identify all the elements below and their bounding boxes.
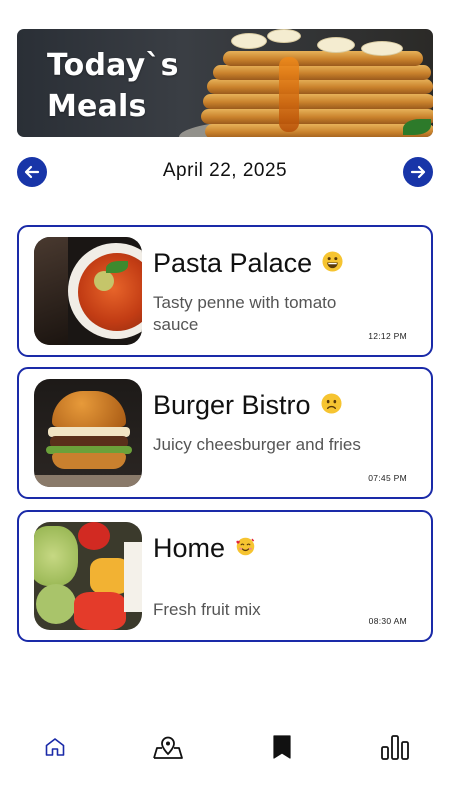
pancake-image: [207, 79, 433, 94]
pancake-image: [205, 124, 433, 137]
meal-card[interactable]: Pasta Palace Tasty penne with tomato sau…: [17, 225, 433, 357]
map-pin-icon: [153, 736, 183, 759]
nav-map-button[interactable]: [150, 730, 186, 764]
meal-thumbnail: [34, 237, 142, 345]
header-banner: Today`s Meals: [17, 29, 433, 137]
pancake-image: [203, 94, 433, 109]
page-title: Today`s Meals: [47, 45, 217, 127]
arrow-right-icon: [410, 165, 426, 179]
pancake-image: [201, 109, 433, 124]
meal-card[interactable]: Home Fresh fruit mix 08:30 AM: [17, 510, 433, 642]
meal-card[interactable]: Burger Bistro Juicy cheesburger and frie…: [17, 367, 433, 499]
meal-description: Juicy cheesburger and fries: [153, 435, 361, 454]
meal-title: Pasta Palace: [153, 248, 343, 279]
home-icon: [45, 738, 65, 756]
nav-stats-button[interactable]: [377, 730, 413, 764]
banana-slice: [317, 37, 355, 53]
meal-time: 12:12 PM: [368, 331, 407, 341]
meal-description: Tasty penne with tomato sauce: [153, 293, 337, 334]
banana-slice: [267, 29, 301, 43]
smiling-face-with-hearts-icon: [236, 538, 255, 556]
syrup-image: [279, 57, 299, 132]
grinning-face-icon: [322, 251, 343, 272]
banana-slice: [361, 41, 403, 56]
page-title-line2: Meals: [47, 89, 147, 124]
slightly-frowning-face-icon: [321, 393, 342, 414]
next-day-button[interactable]: [403, 157, 433, 187]
nav-home-button[interactable]: [37, 730, 73, 764]
meal-title: Burger Bistro: [153, 390, 342, 421]
meal-title: Home: [153, 533, 256, 564]
current-date: April 22, 2025: [162, 160, 288, 181]
pancake-image: [213, 65, 431, 80]
meal-thumbnail: [34, 379, 142, 487]
meal-time: 08:30 AM: [368, 616, 407, 626]
meal-title-text: Burger Bistro: [153, 390, 311, 420]
banana-slice: [231, 33, 267, 49]
page-title-line1: Today`s: [47, 48, 179, 83]
meal-thumbnail: [34, 522, 142, 630]
bar-chart-icon: [381, 735, 409, 760]
meal-title-text: Home: [153, 533, 226, 563]
meal-description: Fresh fruit mix: [153, 600, 261, 619]
meal-time: 07:45 PM: [368, 473, 407, 483]
meal-title-text: Pasta Palace: [153, 248, 313, 278]
bookmark-icon: [273, 735, 291, 759]
nav-bookmark-button[interactable]: [264, 730, 300, 764]
